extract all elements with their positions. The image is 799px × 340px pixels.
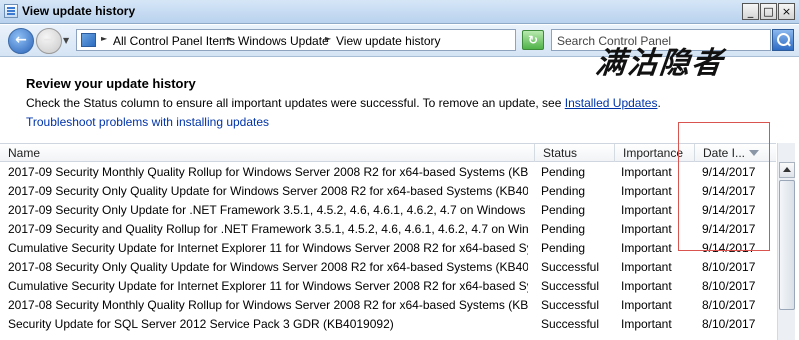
page-title: Review your update history (26, 76, 196, 91)
cell-date-installed: 8/10/2017 (702, 317, 756, 331)
cell-status: Pending (541, 222, 586, 236)
cell-status: Successful (541, 298, 600, 312)
cell-importance: Important (621, 260, 672, 274)
cell-status: Pending (541, 203, 586, 217)
table-row[interactable]: 2017-09 Security Only Update for .NET Fr… (0, 201, 776, 220)
minimize-button[interactable]: _ (742, 3, 759, 20)
cell-date-installed: 8/10/2017 (702, 298, 756, 312)
title-bar: View update history _ □ × (0, 0, 799, 24)
vertical-scrollbar[interactable] (777, 143, 795, 340)
cell-date-installed: 9/14/2017 (702, 165, 756, 179)
forward-arrow-icon[interactable]: → (36, 28, 62, 54)
back-arrow-icon[interactable]: ← (8, 28, 34, 54)
cell-importance: Important (621, 298, 672, 312)
address-box[interactable]: ► All Control Panel Items ► Windows Upda… (76, 29, 585, 51)
table-row[interactable]: Cumulative Security Update for Internet … (0, 239, 776, 258)
column-header-importance[interactable]: Importance (615, 144, 695, 162)
cell-name: Cumulative Security Update for Internet … (8, 279, 528, 293)
cell-status: Pending (541, 184, 586, 198)
cell-date-installed: 8/10/2017 (702, 279, 756, 293)
chevron-right-icon[interactable]: ► (227, 34, 233, 43)
page-description: Check the Status column to ensure all im… (26, 96, 661, 110)
cell-importance: Important (621, 241, 672, 255)
cell-importance: Important (621, 279, 672, 293)
cell-importance: Important (621, 165, 672, 179)
table-row[interactable]: Cumulative Security Update for Internet … (0, 277, 776, 296)
chevron-right-icon[interactable]: ► (325, 34, 331, 43)
cell-name: 2017-08 Security Monthly Quality Rollup … (8, 298, 528, 312)
refresh-button[interactable]: ↻ (522, 30, 544, 50)
close-button[interactable]: × (778, 3, 795, 20)
table-row[interactable]: 2017-08 Security Monthly Quality Rollup … (0, 296, 776, 315)
search-icon[interactable] (772, 29, 794, 51)
window-title: View update history (22, 4, 136, 18)
update-history-list[interactable]: Name Status Importance Date I... 2017-09… (0, 143, 776, 340)
cell-importance: Important (621, 203, 672, 217)
cell-status: Successful (541, 317, 600, 331)
cell-name: 2017-09 Security Monthly Quality Rollup … (8, 165, 528, 179)
description-text: Check the Status column to ensure all im… (26, 96, 565, 110)
window-update-icon (4, 4, 18, 18)
table-row[interactable]: 2017-08 Security Only Quality Update for… (0, 258, 776, 277)
cell-name: 2017-08 Security Only Quality Update for… (8, 260, 528, 274)
troubleshoot-link[interactable]: Troubleshoot problems with installing up… (26, 115, 269, 129)
column-header-date-installed[interactable]: Date I... (695, 144, 776, 162)
cell-importance: Important (621, 184, 672, 198)
control-panel-icon (81, 33, 96, 47)
list-header: Name Status Importance Date I... (0, 143, 776, 162)
column-header-status[interactable]: Status (535, 144, 615, 162)
chevron-right-icon[interactable]: ► (101, 34, 107, 43)
cell-name: Cumulative Security Update for Internet … (8, 241, 528, 255)
cell-status: Pending (541, 241, 586, 255)
watermark: 满沽隐者 (593, 46, 726, 81)
cell-status: Successful (541, 260, 600, 274)
cell-date-installed: 9/14/2017 (702, 184, 756, 198)
maximize-button[interactable]: □ (760, 3, 777, 20)
cell-importance: Important (621, 317, 672, 331)
column-header-name[interactable]: Name (0, 144, 535, 162)
description-end: . (657, 96, 661, 110)
cell-name: 2017-09 Security Only Update for .NET Fr… (8, 203, 528, 217)
cell-date-installed: 8/10/2017 (702, 260, 756, 274)
table-row[interactable]: 2017-09 Security and Quality Rollup for … (0, 220, 776, 239)
cell-date-installed: 9/14/2017 (702, 203, 756, 217)
cell-status: Pending (541, 165, 586, 179)
recent-pages-dropdown-icon[interactable]: ▼ (63, 36, 69, 45)
sort-descending-icon (749, 150, 759, 156)
table-row[interactable]: 2017-09 Security Only Quality Update for… (0, 182, 776, 201)
cell-importance: Important (621, 222, 672, 236)
cell-date-installed: 9/14/2017 (702, 222, 756, 236)
scrollbar-thumb[interactable] (779, 180, 795, 310)
cell-date-installed: 9/14/2017 (702, 241, 756, 255)
cell-name: 2017-09 Security Only Quality Update for… (8, 184, 528, 198)
scroll-up-arrow-icon[interactable] (779, 162, 795, 178)
table-row[interactable]: Security Update for SQL Server 2012 Serv… (0, 315, 776, 334)
cell-name: Security Update for SQL Server 2012 Serv… (8, 317, 394, 331)
installed-updates-link[interactable]: Installed Updates (565, 96, 658, 110)
table-row[interactable]: 2017-09 Security Monthly Quality Rollup … (0, 163, 776, 182)
cell-name: 2017-09 Security and Quality Rollup for … (8, 222, 528, 236)
breadcrumb-all-control-panel-items[interactable]: All Control Panel Items (113, 34, 235, 48)
breadcrumb-view-update-history[interactable]: View update history (336, 34, 441, 48)
breadcrumb-windows-update[interactable]: Windows Update (238, 34, 329, 48)
cell-status: Successful (541, 279, 600, 293)
